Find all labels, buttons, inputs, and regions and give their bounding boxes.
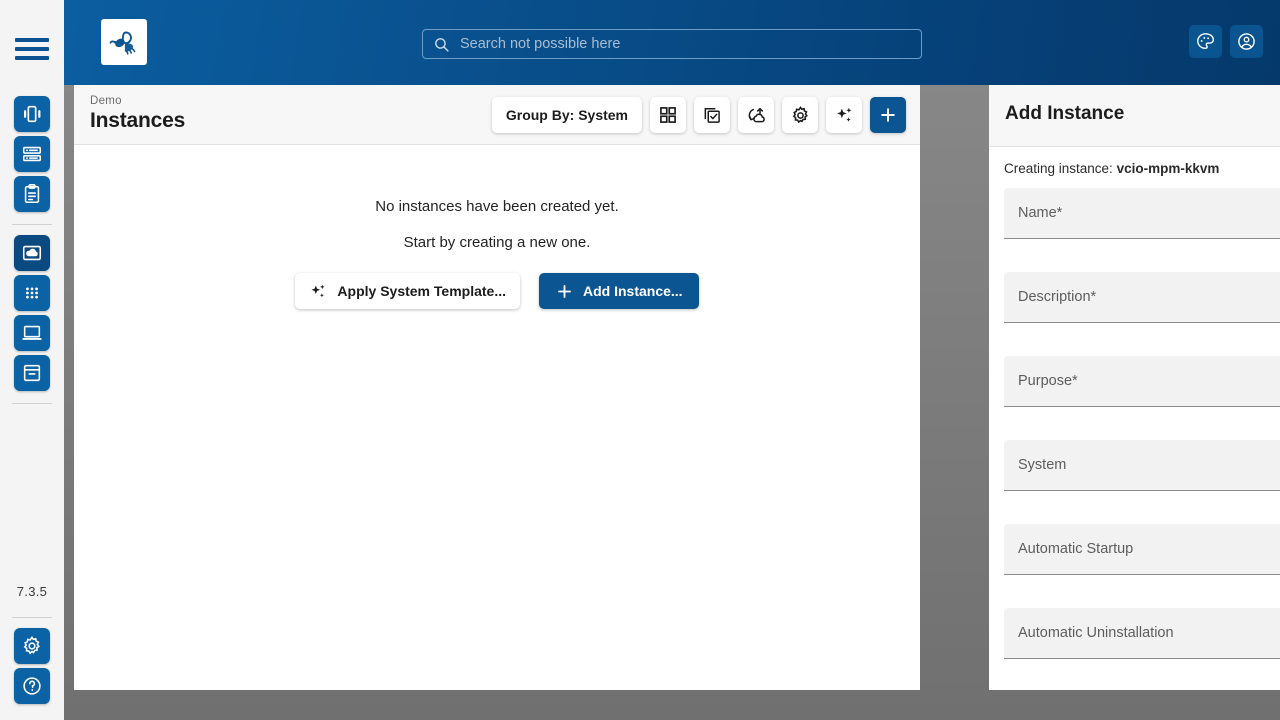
panel-title: Add Instance: [1005, 103, 1125, 124]
left-navigation-rail: 7.3.5: [0, 0, 64, 720]
creating-instance-name: vcio-mpm-kkvm: [1116, 161, 1220, 176]
app-root: 7.3.5 Search not possible here Demo Inst…: [0, 0, 1280, 720]
instance-system-select[interactable]: System: [1004, 440, 1280, 491]
apply-system-template-button[interactable]: Apply System Template...: [295, 273, 520, 309]
instance-name-field[interactable]: Name*: [1004, 188, 1280, 239]
sidebar-settings-button[interactable]: [14, 628, 50, 664]
bee-logo-icon: [101, 19, 147, 65]
plus-icon: [558, 284, 571, 298]
search-bar[interactable]: [422, 29, 922, 59]
instance-description-label: Description*: [1018, 289, 1097, 305]
automatic-startup-label: Automatic Startup: [1018, 541, 1134, 557]
panel-body: Creating instance: vcio-mpm-kkvm Name* D…: [989, 147, 1280, 690]
sidebar-item-list[interactable]: [14, 136, 50, 172]
instance-description-field[interactable]: Description*: [1004, 272, 1280, 323]
automatic-uninstallation-label: Automatic Uninstallation: [1018, 625, 1174, 641]
instance-name-label: Name*: [1018, 205, 1063, 221]
empty-state-actions: Apply System Template... Add Instance...: [295, 273, 699, 309]
sparkle-icon: [311, 284, 325, 297]
creating-instance-label: Creating instance: vcio-mpm-kkvm: [1004, 147, 1280, 188]
theme-palette-button[interactable]: [1189, 25, 1222, 58]
top-bar-actions: [1189, 25, 1263, 58]
add-instance-label: Add Instance...: [583, 283, 683, 299]
top-bar: [64, 0, 1280, 85]
hamburger-menu-icon[interactable]: [15, 38, 49, 60]
panel-header: Add Instance: [989, 85, 1280, 147]
plus-icon: [881, 108, 895, 122]
automatic-startup-toggle[interactable]: Automatic Startup: [1004, 524, 1280, 575]
group-by-button[interactable]: Group By: System: [491, 97, 642, 133]
grid-view-button[interactable]: [650, 97, 686, 133]
sidebar-item-desktop[interactable]: [14, 315, 50, 351]
instance-purpose-label: Purpose*: [1018, 373, 1078, 389]
search-input[interactable]: [460, 36, 911, 52]
add-instance-button[interactable]: Add Instance...: [539, 273, 699, 309]
user-account-button[interactable]: [1230, 25, 1263, 58]
page-header: Demo Instances Group By: System: [74, 85, 920, 145]
ai-assist-button[interactable]: [826, 97, 862, 133]
rail-divider-version: [12, 617, 52, 618]
app-version-label: 7.3.5: [16, 584, 48, 599]
instances-page: Demo Instances Group By: System No insta…: [74, 85, 920, 690]
empty-state: No instances have been created yet. Star…: [74, 145, 920, 690]
creating-prefix: Creating instance:: [1004, 161, 1113, 176]
rail-divider-top: [12, 224, 52, 225]
rail-primary-group: [12, 96, 52, 414]
cloud-sync-button[interactable]: [738, 97, 774, 133]
settings-button[interactable]: [782, 97, 818, 133]
empty-state-line-2: Start by creating a new one.: [403, 234, 591, 251]
rail-divider-bottom: [12, 403, 52, 404]
select-mode-button[interactable]: [694, 97, 730, 133]
page-toolbar: Group By: System: [491, 97, 906, 133]
sidebar-item-instances[interactable]: [14, 235, 50, 271]
sidebar-item-devices[interactable]: [14, 96, 50, 132]
add-instance-panel: Add Instance Creating instance: vcio-mpm…: [989, 85, 1280, 690]
search-icon: [435, 37, 449, 52]
instance-purpose-select[interactable]: Purpose*: [1004, 356, 1280, 407]
instance-system-label: System: [1018, 457, 1067, 473]
breadcrumb[interactable]: Demo: [90, 95, 122, 107]
page-title: Instances: [90, 109, 186, 132]
main-window: Demo Instances Group By: System: [64, 0, 1280, 690]
apply-system-template-label: Apply System Template...: [337, 283, 506, 299]
sidebar-item-apps[interactable]: [14, 275, 50, 311]
add-button[interactable]: [870, 97, 906, 133]
empty-state-line-1: No instances have been created yet.: [375, 198, 619, 215]
rail-bottom-group: 7.3.5: [12, 584, 52, 720]
automatic-uninstallation-toggle[interactable]: Automatic Uninstallation: [1004, 608, 1280, 659]
sidebar-item-clipboard[interactable]: [14, 176, 50, 212]
sidebar-help-button[interactable]: [14, 668, 50, 704]
sidebar-item-archive[interactable]: [14, 355, 50, 391]
